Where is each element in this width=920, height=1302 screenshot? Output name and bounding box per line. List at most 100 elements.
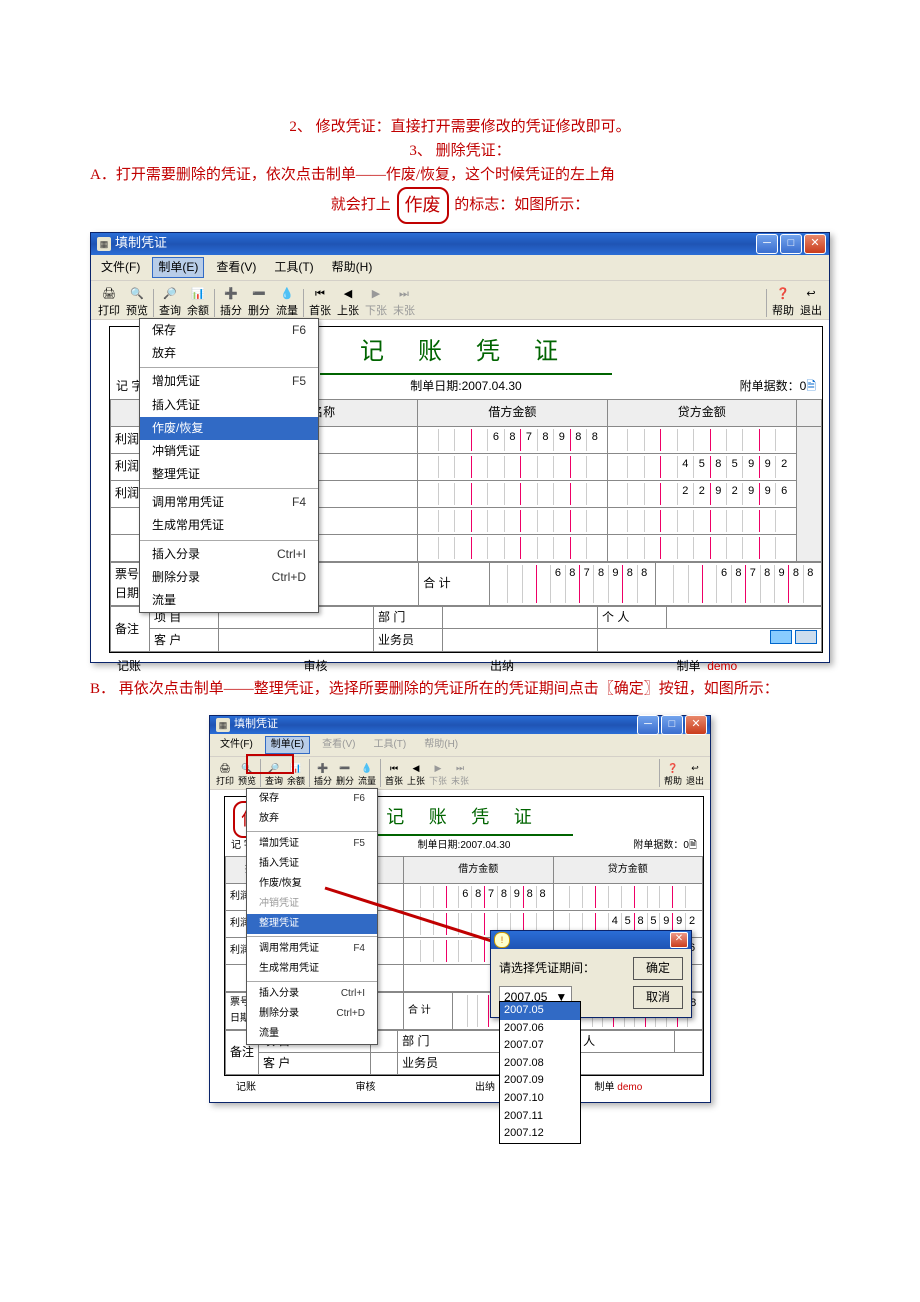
tb-next[interactable]: ▶下张 (362, 288, 390, 317)
tb-delline[interactable]: ➖删分 (245, 288, 273, 317)
period-dropdown-list: 2007.05 2007.06 2007.07 2007.08 2007.09 … (499, 1001, 581, 1144)
app-window-2: ▦ 填制凭证 ─ □ ✕ 文件(F) 制单(E) 查看(V) 工具(T) 帮助(… (209, 715, 711, 1103)
period-option[interactable]: 2007.09 (500, 1072, 580, 1090)
doc-line-a: A．打开需要删除的凭证，依次点击制单——作废/恢复，这个时候凭证的左上角 (90, 163, 830, 187)
toolbar: 🖨打印 🔍预览 🔎查询 📊余额 ➕插分 ➖删分 💧流量 ⏮首张 ◀上张 ▶下张 … (91, 280, 829, 320)
mi-flow[interactable]: 流量 (247, 1024, 377, 1044)
doc-line-3: 3、 删除凭证： (90, 139, 830, 163)
tb-exit[interactable]: ↩退出 (797, 288, 825, 317)
tb-help[interactable]: ❓帮助 (662, 764, 684, 787)
menu-help[interactable]: 帮助(H) (326, 257, 379, 278)
period-option[interactable]: 2007.07 (500, 1037, 580, 1055)
mi-delentry[interactable]: 删除分录Ctrl+D (140, 566, 318, 589)
mi-abandon[interactable]: 放弃 (247, 809, 377, 829)
mi-gencommon[interactable]: 生成常用凭证 (247, 959, 377, 979)
mi-reverse[interactable]: 冲销凭证 (140, 440, 318, 463)
tb-exit[interactable]: ↩退出 (684, 764, 706, 787)
tb-search[interactable]: 🔎查询 (156, 288, 184, 317)
app-icon: ▦ (216, 718, 230, 732)
maximize-button[interactable]: □ (661, 715, 683, 735)
mi-insentry[interactable]: 插入分录Ctrl+I (140, 543, 318, 566)
mi-tidy[interactable]: 整理凭证 (247, 914, 377, 934)
period-option[interactable]: 2007.06 (500, 1020, 580, 1038)
close-button[interactable]: ✕ (685, 715, 707, 735)
mi-add[interactable]: 增加凭证F5 (247, 834, 377, 854)
menu-help[interactable]: 帮助(H) (418, 736, 464, 754)
app-window-1: ▦ 填制凭证 ─ □ ✕ 文件(F) 制单(E) 查看(V) 工具(T) 帮助(… (90, 232, 830, 663)
menubar: 文件(F) 制单(E) 查看(V) 工具(T) 帮助(H) (91, 255, 829, 280)
tb-flow[interactable]: 💧流量 (356, 764, 378, 787)
period-option[interactable]: 2007.10 (500, 1090, 580, 1108)
menu-file[interactable]: 文件(F) (214, 736, 259, 754)
tb-prev[interactable]: ◀上张 (334, 288, 362, 317)
mi-insert[interactable]: 插入凭证 (247, 854, 377, 874)
tb-delline[interactable]: ➖删分 (334, 764, 356, 787)
tb-insline[interactable]: ➕插分 (217, 288, 245, 317)
menu-tool[interactable]: 工具(T) (268, 257, 319, 278)
mi-abandon[interactable]: 放弃 (140, 342, 318, 365)
mi-save[interactable]: 保存F6 (140, 319, 318, 342)
menu-view[interactable]: 查看(V) (210, 257, 262, 278)
signatures: 记账 审核 出纳 制单 demo (97, 653, 823, 680)
tb-preview[interactable]: 🔍预览 (123, 288, 151, 317)
tb-prev[interactable]: ◀上张 (405, 764, 427, 787)
mi-reverse[interactable]: 冲销凭证 (247, 894, 377, 914)
tb-first[interactable]: ⏮首张 (306, 288, 334, 317)
ok-button[interactable]: 确定 (633, 957, 683, 980)
mi-callcommon[interactable]: 调用常用凭证F4 (140, 491, 318, 514)
tb-insline[interactable]: ➕插分 (312, 764, 334, 787)
close-button[interactable]: ✕ (804, 234, 826, 254)
period-option[interactable]: 2007.08 (500, 1055, 580, 1073)
tb-last[interactable]: ⏭末张 (449, 764, 471, 787)
window-title: 填制凭证 (115, 233, 167, 254)
period-dialog: ! ✕ 请选择凭证期间： 确定 2007.05▼ 取消 2 (490, 930, 692, 1018)
tb-help[interactable]: ❓帮助 (769, 288, 797, 317)
void-stamp-inline: 作废 (397, 187, 449, 224)
mi-save[interactable]: 保存F6 (247, 789, 377, 809)
mi-void[interactable]: 作废/恢复 (247, 874, 377, 894)
menu-make[interactable]: 制单(E) (265, 736, 310, 754)
tb-print[interactable]: 🖨打印 (95, 288, 123, 317)
minimize-button[interactable]: ─ (756, 234, 778, 254)
dialog-close-button[interactable]: ✕ (670, 932, 688, 948)
tb-next[interactable]: ▶下张 (427, 764, 449, 787)
tb-balance[interactable]: 📊余额 (184, 288, 212, 317)
doc-line-stamp: 就会打上 作废 的标志：如图所示： (90, 187, 830, 224)
mi-add[interactable]: 增加凭证F5 (140, 370, 318, 393)
menu-make-dropdown: 保存F6 放弃 增加凭证F5 插入凭证 作废/恢复 冲销凭证 整理凭证 调用常用… (139, 318, 319, 613)
dialog-titlebar: ! ✕ (491, 931, 691, 949)
mi-void[interactable]: 作废/恢复 (140, 417, 318, 440)
minimize-button[interactable]: ─ (637, 715, 659, 735)
menu-tool[interactable]: 工具(T) (367, 736, 412, 754)
voucher-heading: 记 账 凭 证 (320, 327, 612, 375)
mi-callcommon[interactable]: 调用常用凭证F4 (247, 939, 377, 959)
tb-flow[interactable]: 💧流量 (273, 288, 301, 317)
period-option[interactable]: 2007.12 (500, 1125, 580, 1143)
period-option[interactable]: 2007.05 (500, 1002, 580, 1020)
mi-gencommon[interactable]: 生成常用凭证 (140, 514, 318, 537)
menubar-2: 文件(F) 制单(E) 查看(V) 工具(T) 帮助(H) (210, 734, 710, 756)
menu-make[interactable]: 制单(E) (152, 257, 204, 278)
mi-tidy[interactable]: 整理凭证 (140, 463, 318, 486)
tb-last[interactable]: ⏭末张 (390, 288, 418, 317)
tb-first[interactable]: ⏮首张 (383, 764, 405, 787)
maximize-button[interactable]: □ (780, 234, 802, 254)
menu-make-dropdown-2: 保存F6 放弃 增加凭证F5 插入凭证 作废/恢复 冲销凭证 整理凭证 调用常用… (246, 788, 378, 1045)
tb-preview[interactable]: 🔍预览 (236, 764, 258, 787)
tb-balance[interactable]: 📊余额 (285, 764, 307, 787)
doc-line-b: B． 再依次点击制单——整理凭证，选择所要删除的凭证所在的凭证期间点击〖确定〗按… (90, 677, 830, 701)
mi-insentry[interactable]: 插入分录Ctrl+I (247, 984, 377, 1004)
period-option[interactable]: 2007.11 (500, 1108, 580, 1126)
mi-insert[interactable]: 插入凭证 (140, 394, 318, 417)
titlebar-2: ▦ 填制凭证 ─ □ ✕ (210, 716, 710, 734)
menu-file[interactable]: 文件(F) (95, 257, 146, 278)
titlebar: ▦ 填制凭证 ─ □ ✕ (91, 233, 829, 255)
warning-icon: ! (494, 932, 510, 948)
mi-flow[interactable]: 流量 (140, 589, 318, 612)
tb-search[interactable]: 🔎查询 (263, 764, 285, 787)
app-icon: ▦ (97, 237, 111, 251)
menu-view[interactable]: 查看(V) (316, 736, 361, 754)
tb-print[interactable]: 🖨打印 (214, 764, 236, 787)
mi-delentry[interactable]: 删除分录Ctrl+D (247, 1004, 377, 1024)
cancel-button[interactable]: 取消 (633, 986, 683, 1009)
